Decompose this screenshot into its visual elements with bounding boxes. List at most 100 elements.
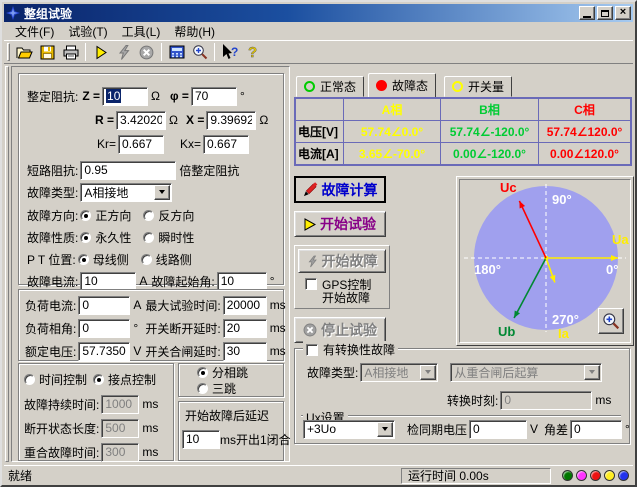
maximize-button[interactable]: [597, 6, 613, 20]
convert-moment-unit: ms: [595, 393, 611, 407]
radio-phase-trip[interactable]: [197, 367, 208, 378]
sync-voltage-input[interactable]: [469, 420, 527, 439]
convert-moment-row: 转换时刻: ms: [447, 390, 611, 410]
short-circuit-input[interactable]: [80, 161, 176, 180]
context-help-button[interactable]: ?: [218, 41, 241, 63]
menu-help[interactable]: 帮助(H): [167, 22, 222, 41]
delay-input-row: ms开出1闭合: [182, 429, 291, 449]
trip-three-row: 三跳: [197, 379, 236, 397]
minimize-button[interactable]: [579, 6, 595, 20]
load-group: 负荷电流: A 最大试验时间: ms 负荷相角: ° 开关断开延时: ms 额定: [18, 289, 284, 361]
stop-icon: [303, 323, 317, 337]
delay-after-fault-input[interactable]: [182, 430, 220, 449]
fault-type-dropdown[interactable]: A相接地: [80, 183, 172, 202]
current-b-cell: 0.00∠-120.0°: [441, 143, 538, 164]
gps-checkbox[interactable]: [305, 278, 317, 290]
title-bar: 整组试验 ×: [4, 4, 633, 22]
minimize-icon: [583, 8, 591, 18]
led-magenta: [576, 470, 587, 481]
phasor-canvas: 90° 180° 270° 0° Ua Uc Ub Ia: [459, 179, 631, 343]
row-label-voltage: 电压[V]: [296, 121, 343, 142]
start-test-button[interactable]: 开始试验: [294, 211, 386, 237]
max-test-time-label: 最大试验时间:: [145, 297, 220, 314]
sync-voltage-unit: V: [530, 422, 538, 436]
convert-type-row: 故障类型: A相接地 从重合闸后起算: [307, 362, 602, 382]
load-angle-input[interactable]: [78, 319, 130, 338]
zoom-tool-button[interactable]: [188, 41, 211, 63]
switch-close-delay-input[interactable]: [223, 342, 267, 361]
dialogbar-grip[interactable]: [5, 66, 9, 462]
yellow-circle-icon: [452, 81, 463, 92]
control-mode-row: 时间控制 接点控制: [24, 369, 156, 389]
ux-dropdown[interactable]: +3Uo: [303, 420, 395, 439]
z-unit: Ω: [151, 89, 160, 103]
convert-type-dropdown: A相接地: [360, 363, 438, 382]
phasor-zoom-button[interactable]: [598, 308, 624, 334]
phasor-diagram: 90° 180° 270° 0° Ua Uc Ub Ia: [456, 176, 634, 346]
rated-voltage-label: 额定电压:: [25, 343, 76, 360]
stop-tool-button[interactable]: [135, 41, 158, 63]
chevron-down-icon[interactable]: [377, 422, 393, 437]
vector-ub-label: Ub: [498, 324, 515, 339]
green-circle-icon: [304, 81, 315, 92]
radio-reverse[interactable]: [143, 210, 154, 221]
delay-after-fault-group: 开始故障后延迟 ms开出1闭合: [178, 401, 284, 461]
fault-calc-button[interactable]: 故障计算: [294, 176, 386, 203]
radio-contact-control[interactable]: [93, 374, 104, 385]
max-test-time-input[interactable]: [223, 296, 267, 315]
convert-type-label: 故障类型:: [307, 364, 358, 381]
rated-voltage-input[interactable]: [78, 342, 130, 361]
led-yellow: [604, 470, 615, 481]
menu-file[interactable]: 文件(F): [8, 22, 61, 41]
switch-open-delay-unit: ms: [270, 321, 286, 335]
tab-switch-state[interactable]: 开关量: [444, 76, 512, 97]
delay-title: 开始故障后延迟: [185, 405, 269, 425]
radio-forward[interactable]: [80, 210, 91, 221]
r-input[interactable]: [116, 111, 166, 130]
kr-input[interactable]: [118, 135, 164, 154]
open-file-button[interactable]: [13, 41, 36, 63]
about-button[interactable]: ?: [241, 41, 264, 63]
load-current-input[interactable]: [78, 296, 130, 315]
reclose-fault-input: [101, 443, 139, 462]
short-circuit-suffix: 倍整定阻抗: [179, 162, 239, 179]
switch-open-delay-input[interactable]: [223, 319, 267, 338]
magnifier-icon: [192, 44, 208, 60]
run-test-button[interactable]: [89, 41, 112, 63]
tab-normal-state[interactable]: 正常态: [296, 76, 364, 97]
angle-diff-input[interactable]: [570, 420, 622, 439]
lightning-icon: [117, 45, 131, 60]
printer-icon: [63, 45, 79, 60]
fault-start-angle-input[interactable]: [217, 272, 267, 291]
start-fault-group: 开始故障 GPS控制 开始故障: [294, 245, 390, 309]
radio-three-trip[interactable]: [197, 383, 208, 394]
save-button[interactable]: [36, 41, 59, 63]
start-fault-tool-button[interactable]: [112, 41, 135, 63]
calculator-button[interactable]: [165, 41, 188, 63]
led-red: [590, 470, 601, 481]
print-button[interactable]: [59, 41, 82, 63]
phi-input[interactable]: [191, 87, 237, 106]
vector-uc-label: Uc: [500, 180, 517, 195]
kx-label: Kx=: [180, 137, 201, 151]
menu-tools[interactable]: 工具(L): [115, 22, 168, 41]
x-input[interactable]: [206, 111, 256, 130]
kx-input[interactable]: [203, 135, 249, 154]
convertible-fault-checkbox[interactable]: [306, 344, 318, 356]
k-row: Kr= Kx=: [97, 134, 249, 154]
calculator-icon: [169, 45, 185, 59]
dropdown-arrow-button[interactable]: [154, 185, 170, 200]
x-label: X =: [186, 113, 204, 127]
radio-time-control[interactable]: [24, 374, 35, 385]
close-button[interactable]: ×: [615, 6, 631, 20]
radio-transient[interactable]: [143, 232, 154, 243]
toolbar-grip[interactable]: [7, 43, 10, 61]
z-input[interactable]: 10: [102, 87, 148, 106]
fault-type-label: 故障类型:: [27, 184, 78, 201]
tab-fault-state[interactable]: 故障态: [368, 73, 436, 97]
fault-current-input[interactable]: [80, 272, 136, 291]
led-blue: [618, 470, 629, 481]
menu-test[interactable]: 试验(T): [61, 22, 114, 41]
vector-ia-label: Ia: [558, 326, 569, 341]
radio-permanent[interactable]: [80, 232, 91, 243]
